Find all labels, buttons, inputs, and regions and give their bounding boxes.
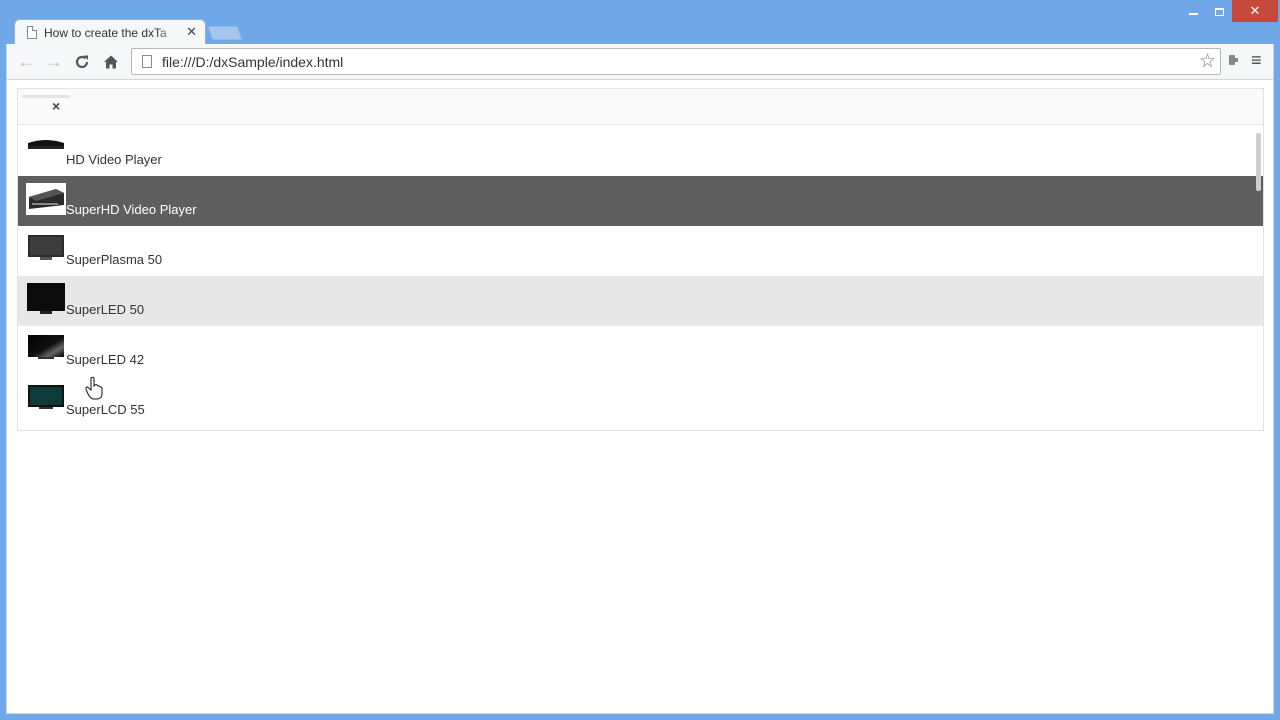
video-player-icon	[28, 140, 64, 149]
list-item[interactable]: SuperLED 42	[18, 326, 1263, 376]
list-panel: × HD Video Player SuperHD Video Player S…	[17, 88, 1264, 431]
item-label: SuperPlasma 50	[66, 252, 163, 267]
tv-icon	[28, 235, 64, 260]
item-label: SuperHD Video Player	[66, 202, 197, 217]
video-player-icon	[26, 183, 66, 215]
menu-icon[interactable]: ≡	[1251, 50, 1262, 71]
tv-icon	[27, 283, 65, 314]
item-label: SuperLCD 55	[66, 402, 145, 417]
browser-tab[interactable]: How to create the dxTa ✕	[14, 19, 206, 45]
address-bar[interactable]: file:///D:/dxSample/index.html ☆	[131, 48, 1221, 75]
new-tab-button[interactable]	[207, 26, 243, 40]
scrollbar[interactable]	[1256, 133, 1261, 191]
list-item[interactable]: SuperLED 50	[18, 276, 1263, 326]
bookmark-star-icon[interactable]: ☆	[1199, 50, 1216, 73]
maximize-button[interactable]	[1206, 0, 1232, 22]
list-item[interactable]: HD Video Player	[18, 126, 1263, 176]
hand-cursor-icon	[85, 376, 103, 400]
list-item[interactable]: SuperPlasma 50	[18, 226, 1263, 276]
browser-toolbar: ← → file:///D:/dxSample/index.html ☆ ≡	[6, 44, 1274, 80]
close-icon[interactable]: ×	[52, 98, 60, 114]
maximize-icon	[1214, 7, 1224, 16]
list-item[interactable]: SuperLCD 55	[18, 376, 1263, 426]
window-close-button[interactable]: ✕	[1232, 0, 1278, 22]
item-label: SuperLED 42	[66, 352, 145, 367]
tv-icon	[28, 385, 64, 409]
item-label: SuperLED 50	[66, 302, 145, 317]
header-handle	[22, 95, 70, 98]
home-icon[interactable]	[100, 51, 122, 73]
minimize-button[interactable]	[1180, 0, 1206, 22]
reload-icon[interactable]	[71, 51, 93, 73]
extension-icon[interactable]	[1229, 53, 1239, 70]
tv-icon	[28, 335, 64, 359]
minimize-icon	[1188, 12, 1198, 15]
product-list: HD Video Player SuperHD Video Player Sup…	[18, 126, 1263, 426]
back-arrow-icon[interactable]: ←	[15, 51, 37, 73]
page-icon	[27, 26, 37, 39]
panel-header: ×	[18, 89, 1263, 125]
item-label: HD Video Player	[66, 152, 162, 167]
tab-close-icon[interactable]: ✕	[186, 24, 197, 40]
browser-titlebar: How to create the dxTa ✕ ✕	[0, 0, 1280, 45]
forward-arrow-icon[interactable]: →	[43, 51, 65, 73]
tab-title: How to create the dxTa	[44, 26, 167, 40]
page-content: × HD Video Player SuperHD Video Player S…	[6, 80, 1274, 714]
url-text[interactable]: file:///D:/dxSample/index.html	[162, 54, 343, 70]
page-icon	[142, 55, 152, 68]
list-item[interactable]: SuperHD Video Player	[18, 176, 1263, 226]
